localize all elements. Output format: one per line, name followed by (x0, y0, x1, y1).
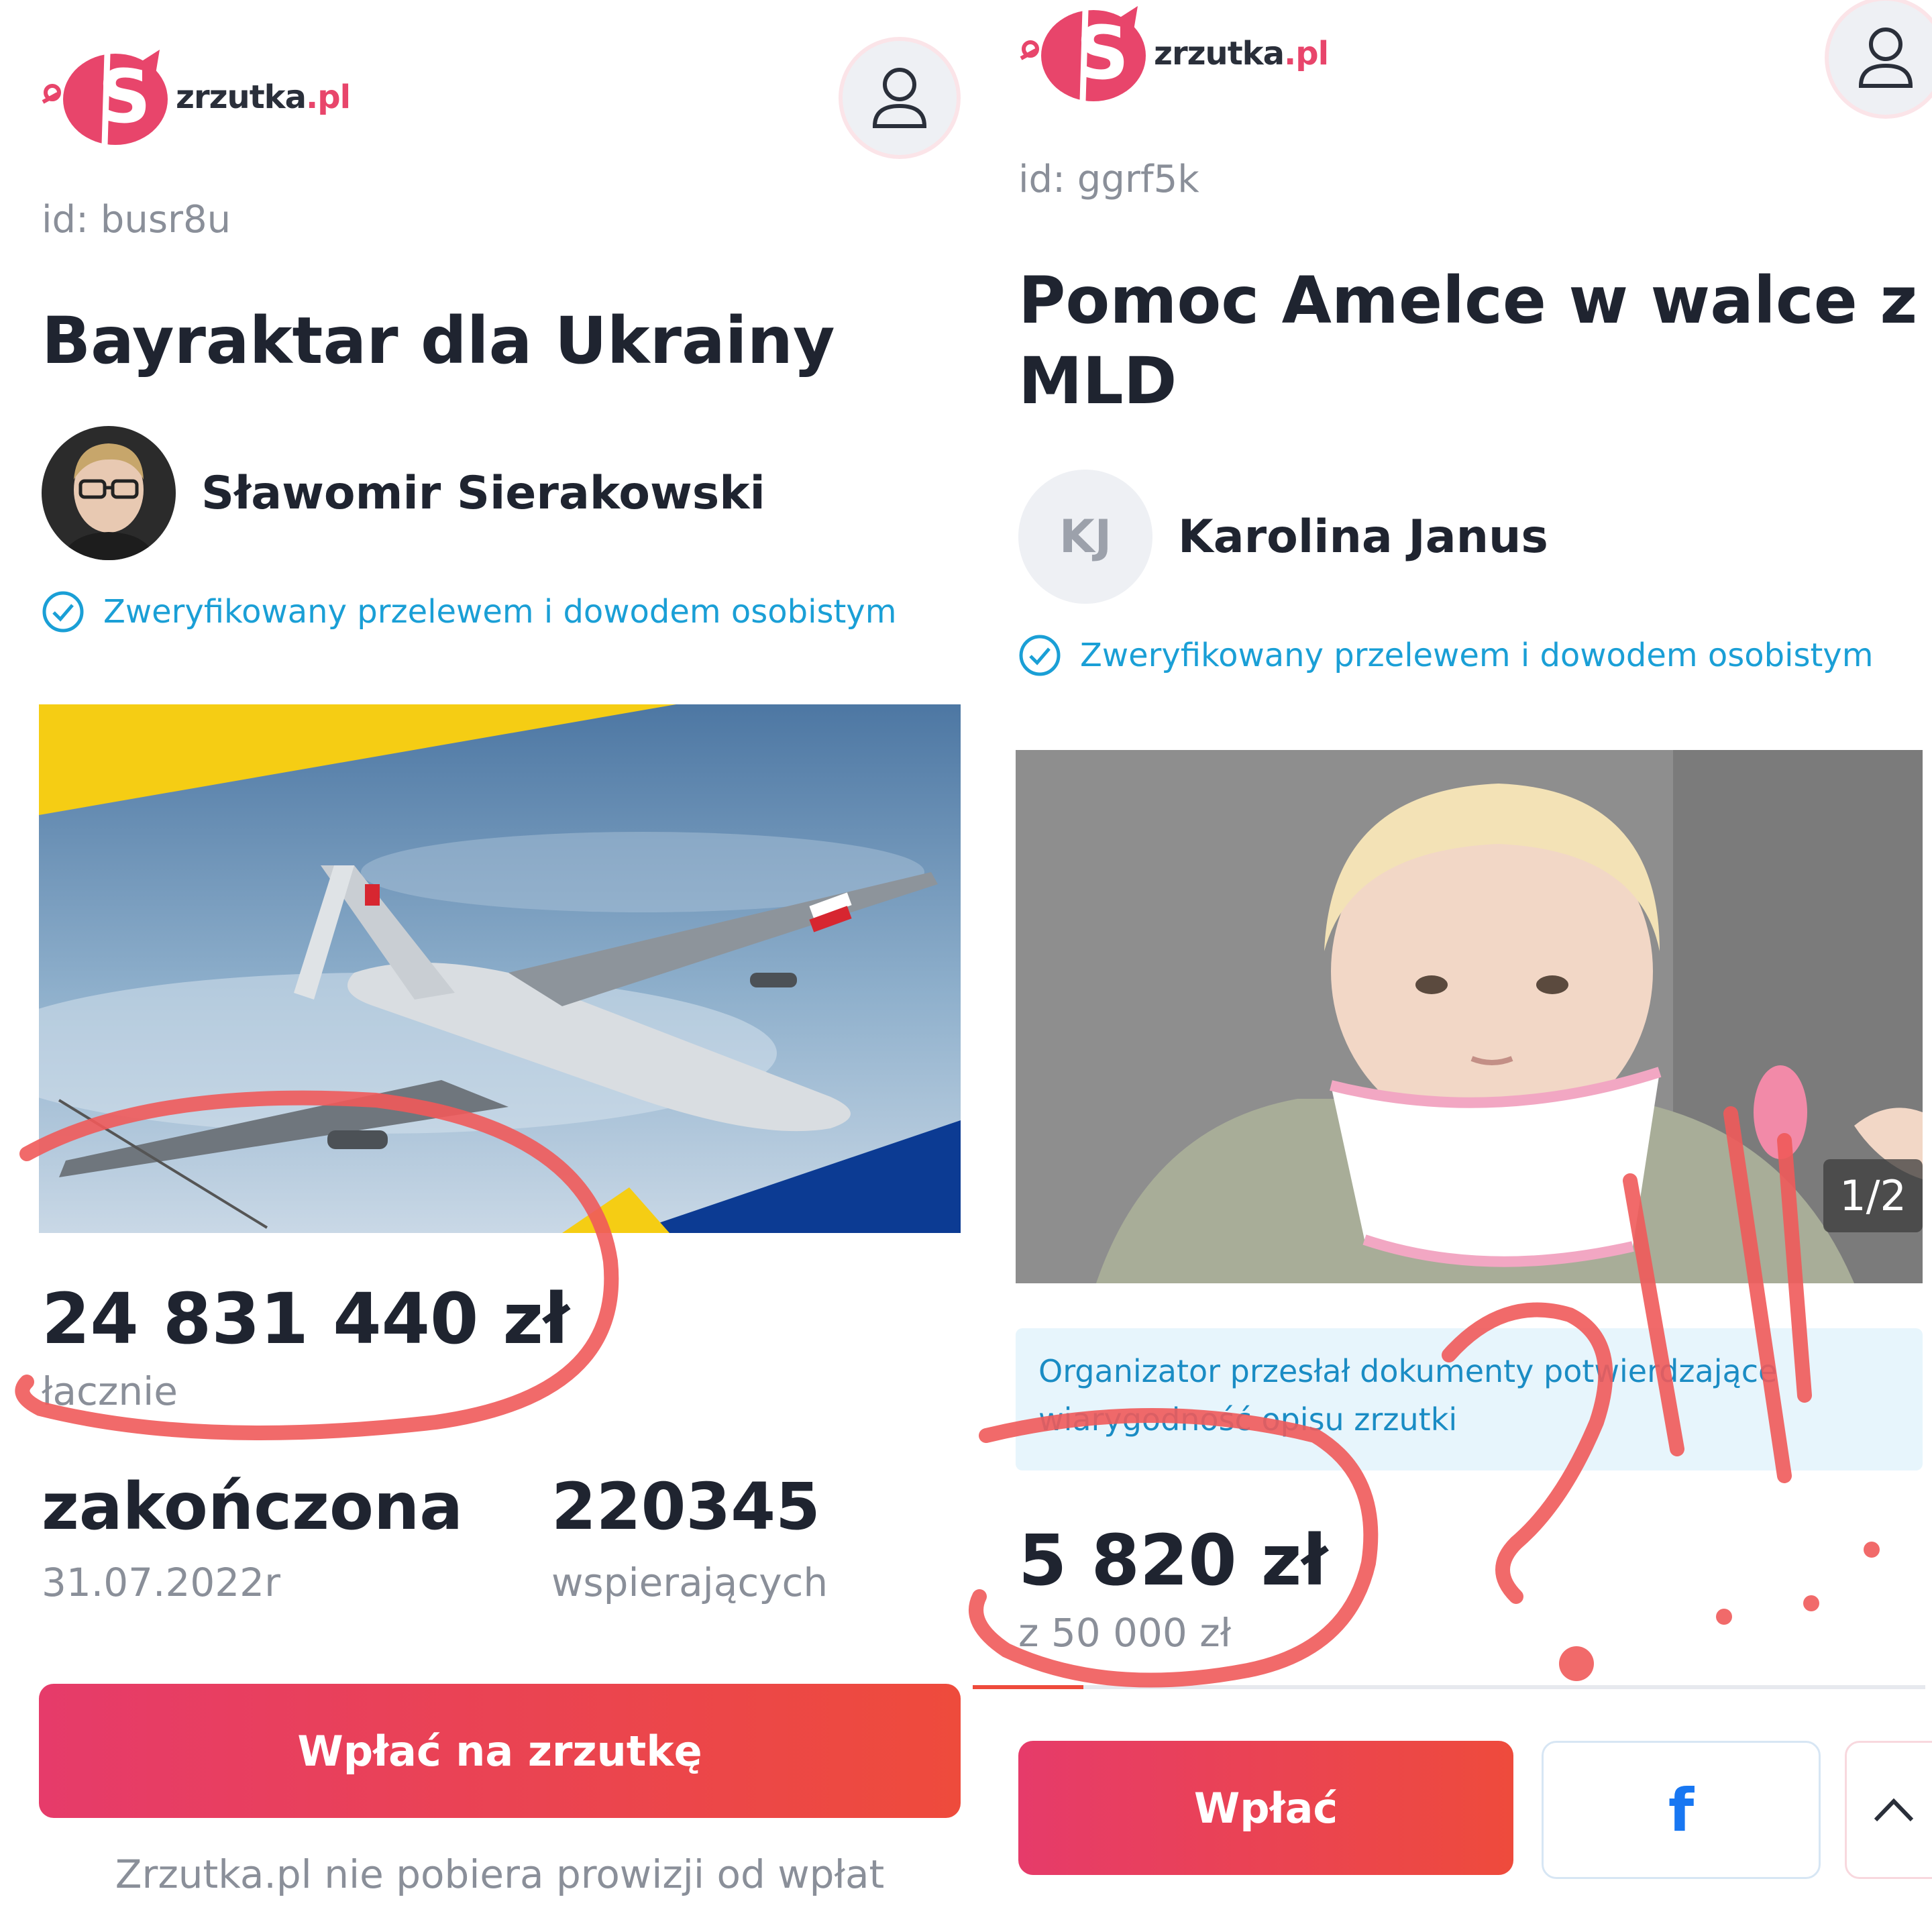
brand-logo[interactable]: S zrzutka.pl (40, 47, 351, 148)
supporters-label: wspierających (551, 1560, 828, 1605)
campaign-title: Bayraktar dla Ukrainy (42, 303, 835, 378)
brand-logo[interactable]: S zrzutka.pl (1018, 3, 1329, 104)
facebook-icon: f (1668, 1775, 1695, 1845)
organizer-avatar (42, 426, 176, 560)
total-amount-label: łacznie (42, 1368, 178, 1414)
campaign-image[interactable] (39, 704, 961, 1233)
campaign-id: id: ggrf5k (1018, 158, 1199, 201)
organizer-name: Sławomir Sierakowski (201, 466, 765, 520)
share-facebook-button[interactable]: f (1542, 1741, 1821, 1879)
brand-name: zrzutka.pl (176, 78, 351, 116)
campaign-end-date: 31.07.2022r (42, 1560, 280, 1605)
user-icon (1858, 28, 1913, 88)
organizer-avatar: KJ (1018, 470, 1152, 604)
user-icon (872, 68, 927, 128)
verified-status: Zweryfikowany przelewem i dowodem osobis… (42, 590, 896, 633)
verified-text: Zweryfikowany przelewem i dowodem osobis… (103, 593, 897, 631)
progress-bar-fill (973, 1685, 1084, 1689)
verified-status: Zweryfikowany przelewem i dowodem osobis… (1018, 634, 1873, 677)
user-account-button[interactable] (1825, 0, 1932, 119)
campaign-title-line-2: MLD (1018, 343, 1177, 419)
brand-name: zrzutka.pl (1154, 35, 1329, 72)
child-photo (1016, 750, 1923, 1283)
supporters-count: 220345 (551, 1469, 820, 1544)
check-circle-icon (42, 591, 84, 633)
donate-button[interactable]: Wpłać (1018, 1741, 1513, 1875)
documents-notice: Organizator przesłał dokumenty potwierdz… (1016, 1328, 1923, 1470)
donate-button[interactable]: Wpłać na zrzutkę (39, 1684, 961, 1818)
chevron-up-icon (1874, 1798, 1914, 1822)
campaign-id: id: busr8u (42, 198, 231, 241)
campaign-panel-right: S zrzutka.pl id: ggrf5k Pomoc Amelce w w… (973, 0, 1932, 1932)
drone-photo (39, 704, 961, 1233)
check-circle-icon (1019, 635, 1061, 676)
campaign-title-line-1: Pomoc Amelce w walce z (1018, 263, 1918, 338)
total-amount: 24 831 440 zł (42, 1278, 570, 1360)
piggy-bank-logo-icon: S (1020, 6, 1146, 102)
campaign-panel-left: S zrzutka.pl id: busr8u Bayraktar dla Uk… (0, 0, 973, 1932)
campaign-image[interactable]: 1/2 (1016, 750, 1923, 1283)
raised-amount: 5 820 zł (1018, 1519, 1328, 1601)
photo-counter: 1/2 (1823, 1159, 1923, 1232)
goal-amount: z 50 000 zł (1018, 1610, 1232, 1656)
organizer[interactable]: Sławomir Sierakowski (42, 426, 765, 560)
organizer-name: Karolina Janus (1178, 510, 1548, 564)
verified-text: Zweryfikowany przelewem i dowodem osobis… (1080, 637, 1874, 674)
documents-notice-line-1: Organizator przesłał dokumenty potwierdz… (1038, 1353, 1778, 1389)
user-account-button[interactable] (839, 37, 961, 159)
documents-notice-line-2: wiarygodność opisu zrzutki (1038, 1401, 1458, 1438)
progress-bar (973, 1685, 1925, 1689)
commission-note: Zrzutka.pl nie pobiera prowizji od wpłat (115, 1851, 885, 1897)
organizer[interactable]: KJ Karolina Janus (1018, 470, 1548, 604)
scroll-up-button[interactable] (1845, 1741, 1932, 1879)
piggy-bank-logo-icon: S (42, 50, 168, 146)
campaign-status: zakończona (42, 1469, 464, 1544)
